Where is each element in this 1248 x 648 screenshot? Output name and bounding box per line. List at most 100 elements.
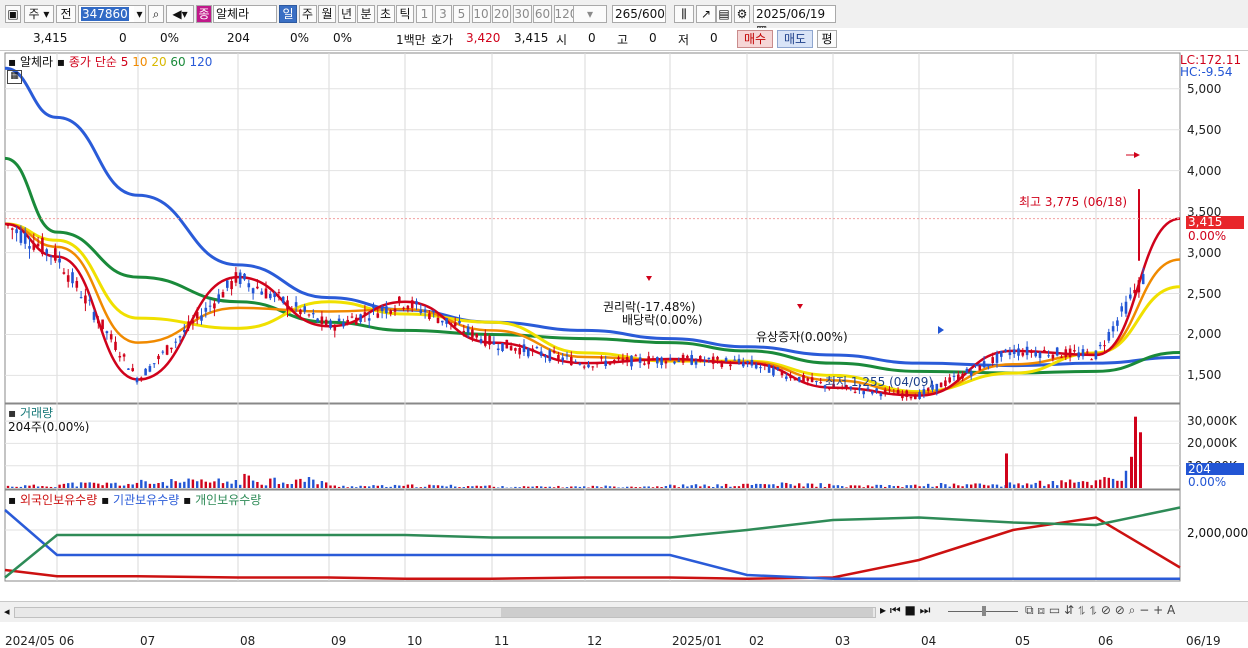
- price-y-tick: 2,000: [1187, 327, 1221, 341]
- minute-step-20[interactable]: 20: [492, 5, 511, 23]
- candle-body: [437, 318, 440, 323]
- scroll-thumb[interactable]: [501, 608, 873, 617]
- candle-body: [544, 356, 547, 358]
- volume-bar: [622, 487, 624, 488]
- candle-body: [862, 391, 865, 394]
- volume-bar: [1065, 482, 1067, 488]
- volume-bar: [256, 482, 258, 488]
- volume-bar: [175, 481, 177, 488]
- candle-body: [905, 391, 908, 397]
- period-tab-6[interactable]: 틱: [396, 5, 414, 23]
- volume-bar: [308, 477, 310, 488]
- layout-icon[interactable]: ▣: [5, 5, 21, 23]
- x-tick: 05: [1015, 634, 1030, 648]
- volume-bar: [58, 485, 60, 488]
- minute-step-30[interactable]: 30: [513, 5, 532, 23]
- unit-label: 1백만: [396, 31, 426, 48]
- sell-button[interactable]: 매도: [777, 30, 813, 48]
- volume-bar: [179, 483, 181, 488]
- volume-bar: [949, 487, 951, 488]
- count-field[interactable]: 265/600: [612, 5, 666, 23]
- search-icon[interactable]: ⌕: [148, 5, 164, 23]
- tool-icons[interactable]: ⧉ ⧈ ▭ ⇵ ⥮ ⥮ ⊘ ⊘ ⌕ − + A: [1025, 603, 1175, 618]
- volume-bar: [50, 487, 52, 488]
- chart-area[interactable]: ▪ 알체라 ▪ 종가 단순 5 10 20 60 120 ▦ LC:172.11…: [0, 50, 1248, 601]
- volume-bar: [987, 485, 989, 488]
- market-select[interactable]: 주 ▾: [24, 5, 54, 23]
- candle-body: [1043, 350, 1046, 351]
- line-tool-icon[interactable]: ↗: [696, 5, 716, 23]
- volume-bar: [385, 487, 387, 488]
- minute-step-60[interactable]: 60: [533, 5, 552, 23]
- candle-body: [785, 377, 788, 379]
- stock-name-field[interactable]: 알체라: [213, 5, 277, 23]
- step-select[interactable]: ▾: [573, 5, 607, 23]
- speaker-icon[interactable]: ◀▾: [166, 5, 194, 23]
- candle-body: [587, 365, 590, 368]
- candle-body: [1099, 345, 1102, 346]
- candle-body: [914, 396, 917, 399]
- volume-bar: [540, 486, 542, 488]
- candle-body: [1082, 349, 1085, 356]
- candle-body: [897, 390, 900, 394]
- minute-step-5[interactable]: 5: [453, 5, 470, 23]
- volume-bar: [123, 486, 125, 488]
- volume-bar: [1103, 477, 1105, 488]
- volume-bar: [501, 486, 503, 488]
- legend-square-icon: ▪: [183, 493, 191, 507]
- candle-body: [751, 360, 754, 366]
- volume-bar: [273, 478, 275, 488]
- period-tab-4[interactable]: 분: [357, 5, 375, 23]
- minute-step-1[interactable]: 1: [416, 5, 433, 23]
- x-tick: 06/19: [1186, 634, 1221, 648]
- candle-body: [974, 364, 977, 365]
- candle-body: [325, 320, 328, 326]
- period-tab-3[interactable]: 년: [338, 5, 356, 23]
- gear-icon[interactable]: ⚙: [734, 5, 750, 23]
- candle-body: [966, 369, 969, 373]
- volume-bar: [974, 483, 976, 488]
- candle-icon[interactable]: ⫼: [674, 5, 694, 23]
- buy-button[interactable]: 매수: [737, 30, 773, 48]
- candle-body: [553, 351, 556, 353]
- date-field[interactable]: 2025/06/19 ▦: [753, 5, 836, 23]
- save-icon[interactable]: ▤: [716, 5, 732, 23]
- volume-bar: [89, 482, 91, 488]
- period-tab-2[interactable]: 월: [318, 5, 336, 23]
- candle-body: [695, 361, 698, 364]
- candle-body: [854, 392, 857, 393]
- candle-body: [815, 381, 818, 382]
- minute-step-3[interactable]: 3: [435, 5, 452, 23]
- candle-body: [536, 347, 539, 348]
- volume-bar: [1112, 479, 1114, 488]
- volume-bar: [355, 487, 357, 488]
- candle-body: [1004, 350, 1007, 352]
- volume-bar: [239, 485, 241, 488]
- minute-step-10[interactable]: 10: [472, 5, 491, 23]
- volume-bar: [931, 487, 933, 488]
- volume-bar: [807, 483, 809, 488]
- code-dropdown-icon[interactable]: ▾: [134, 5, 146, 23]
- play-controls[interactable]: ▸ ⏮ ■ ⏭: [880, 603, 930, 618]
- eval-button[interactable]: 평: [817, 30, 837, 48]
- candle-body: [957, 374, 960, 380]
- volume-bar: [41, 486, 43, 488]
- period-tab-0[interactable]: 일: [279, 5, 297, 23]
- volume-bar: [772, 484, 774, 488]
- volume-bar: [1030, 485, 1032, 488]
- candle-body: [273, 293, 276, 297]
- period-tab-5[interactable]: 초: [377, 5, 395, 23]
- period-tab-1[interactable]: 주: [299, 5, 317, 23]
- volume-bar: [235, 480, 237, 488]
- scroll-left-icon[interactable]: ◂: [4, 605, 10, 618]
- volume-bar: [798, 483, 800, 488]
- volume-bar: [484, 486, 486, 488]
- candle-body: [703, 361, 706, 362]
- volume-bar: [437, 485, 439, 488]
- prev-button[interactable]: 전: [56, 5, 76, 23]
- zoom-handle[interactable]: [982, 606, 986, 616]
- table-icon[interactable]: ▦: [7, 70, 22, 84]
- scroll-track[interactable]: [14, 607, 876, 618]
- candle-body: [733, 360, 736, 361]
- volume-bar: [144, 481, 146, 488]
